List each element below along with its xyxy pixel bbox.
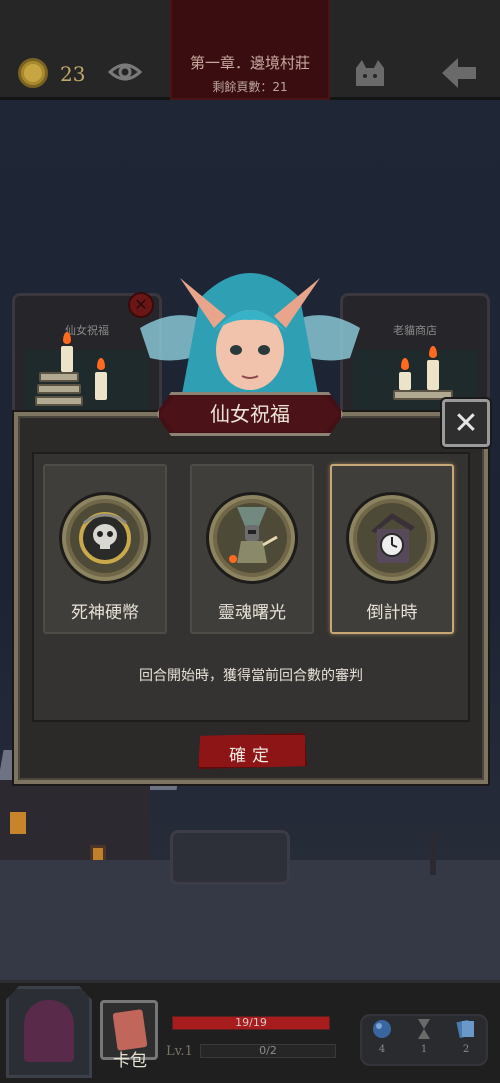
cat-icon[interactable] bbox=[352, 56, 388, 88]
cuckoo-clock-icon bbox=[357, 503, 427, 573]
street-lamp bbox=[430, 835, 436, 875]
back-arrow-icon[interactable] bbox=[440, 56, 478, 90]
option-medal bbox=[206, 492, 298, 584]
hourglass-icon bbox=[418, 1019, 430, 1039]
candle-icon bbox=[427, 360, 439, 390]
coin-count: 23 bbox=[60, 62, 86, 86]
card-pack-icon bbox=[112, 1009, 148, 1051]
dialog-title: 仙女祝福 bbox=[210, 402, 290, 426]
inventory-count: 1 bbox=[420, 1044, 428, 1055]
candle-icon bbox=[399, 372, 411, 390]
death-coin-icon bbox=[70, 503, 140, 573]
confirm-button[interactable]: 確定 bbox=[198, 733, 307, 769]
candle-icon bbox=[61, 346, 73, 372]
hero-avatar bbox=[24, 1000, 74, 1062]
close-icon: ✕ bbox=[453, 406, 479, 441]
house-window bbox=[10, 812, 26, 834]
inventory-orb[interactable]: 4 bbox=[368, 1018, 396, 1058]
close-button[interactable]: ✕ bbox=[442, 399, 490, 447]
eye-icon[interactable] bbox=[108, 60, 142, 84]
flame-icon bbox=[429, 346, 437, 358]
inventory-cards[interactable]: 2 bbox=[452, 1018, 480, 1058]
candle-icon bbox=[95, 372, 107, 400]
option-label: 倒計時 bbox=[366, 603, 418, 623]
option-label: 靈魂曙光 bbox=[218, 603, 286, 623]
cards-icon bbox=[456, 1019, 474, 1039]
level-label: Lv.1 bbox=[166, 1044, 193, 1059]
book-icon bbox=[35, 396, 83, 406]
option-countdown[interactable]: 倒計時 bbox=[330, 464, 454, 634]
flame-icon bbox=[97, 358, 105, 370]
option-label: 死神硬幣 bbox=[71, 603, 139, 623]
broken-cart bbox=[170, 830, 290, 885]
chapter-title: 第一章．邊境村莊 bbox=[189, 54, 310, 72]
card-pack-label: 卡包 bbox=[113, 1051, 147, 1071]
chapter-banner: 第一章．邊境村莊 剩餘頁數：21 bbox=[170, 0, 330, 100]
soul-dawn-icon bbox=[217, 503, 287, 573]
option-description: 回合開始時，獲得當前回合數的審判 bbox=[139, 668, 363, 684]
inventory-hourglass[interactable]: 1 bbox=[410, 1018, 438, 1058]
option-medal bbox=[59, 492, 151, 584]
top-bar: 23 第一章．邊境村莊 剩餘頁數：21 bbox=[0, 0, 500, 100]
inventory-count: 2 bbox=[462, 1044, 470, 1055]
flame-icon bbox=[401, 358, 409, 370]
option-death-coin[interactable]: 死神硬幣 bbox=[43, 464, 167, 634]
option-medal bbox=[346, 492, 438, 584]
xp-text: 0/2 bbox=[259, 1044, 277, 1057]
coin-icon bbox=[18, 58, 48, 88]
confirm-label: 確定 bbox=[229, 746, 275, 766]
inventory-count: 4 bbox=[378, 1044, 386, 1055]
flame-icon bbox=[63, 332, 71, 344]
book-icon bbox=[37, 384, 81, 394]
pages-remaining: 剩餘頁數：21 bbox=[212, 80, 288, 94]
orb-icon bbox=[373, 1020, 391, 1038]
hp-text: 19/19 bbox=[235, 1016, 267, 1029]
option-soul-dawn[interactable]: 靈魂曙光 bbox=[190, 464, 314, 634]
book-icon bbox=[39, 372, 79, 382]
